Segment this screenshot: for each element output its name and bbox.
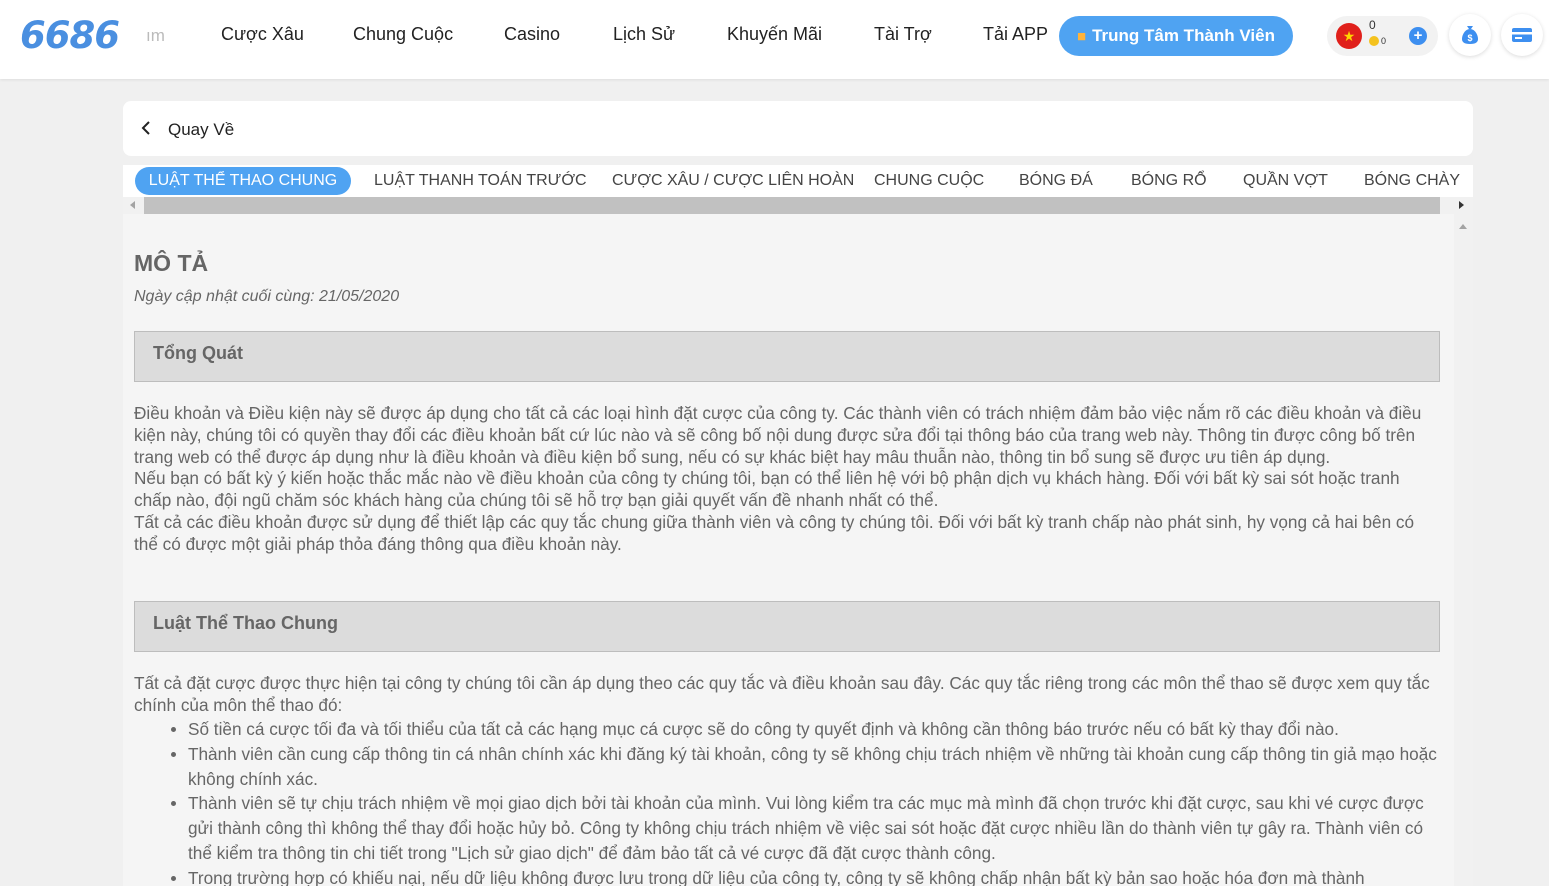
tab-tennis[interactable]: QUẦN VỢT (1243, 167, 1328, 195)
paragraph: Nếu bạn có bất kỳ ý kiến hoặc thắc mắc n… (134, 468, 1400, 511)
money-bag-button[interactable]: $ (1449, 14, 1491, 56)
tab-prepayment-rules[interactable]: LUẬT THANH TOÁN TRƯỚC (374, 167, 587, 195)
tab-football[interactable]: BÓNG ĐÁ (1019, 167, 1093, 195)
document-title: MÔ TẢ (134, 250, 209, 276)
coin-balance: 0 (1381, 36, 1387, 46)
coin-icon (1369, 36, 1379, 46)
member-center-button[interactable]: ■ Trung Tâm Thành Viên (1059, 16, 1293, 56)
list-item: Trong trường hợp có khiếu nại, nếu dữ li… (134, 866, 1440, 886)
back-bar[interactable]: Quay Về (123, 101, 1473, 156)
list-item: Số tiền cá cược tối đa và tối thiểu của … (134, 717, 1440, 742)
nav-item-casino[interactable]: Casino (504, 24, 560, 45)
money-bag-icon: $ (1462, 26, 1478, 44)
nav-item-tai-tro[interactable]: Tài Trợ (874, 24, 932, 45)
tab-parlay[interactable]: CƯỢC XÂU / CƯỢC LIÊN HOÀN (612, 167, 854, 195)
tab-general-sports-rules[interactable]: LUẬT THỂ THAO CHUNG (135, 167, 351, 195)
wallet-widget[interactable]: ★ 0 0 + (1327, 16, 1438, 56)
nav-item-cuoc-xau[interactable]: Cược Xâu (221, 24, 304, 45)
paragraph: Điều khoản và Điều kiện này sẽ được áp d… (134, 403, 1422, 467)
nav-item-chung-cuoc[interactable]: Chung Cuộc (353, 24, 453, 45)
nav-item-partial[interactable]: ım (146, 26, 165, 46)
tab-baseball[interactable]: BÓNG CHÀY (1364, 167, 1460, 195)
vietnam-flag-icon: ★ (1336, 23, 1362, 49)
rules-tab-bar: LUẬT THỂ THAO CHUNG LUẬT THANH TOÁN TRƯỚ… (123, 165, 1473, 197)
gift-icon: ■ (1077, 27, 1087, 45)
nav-item-khuyen-mai[interactable]: Khuyến Mãi (727, 24, 822, 45)
paragraph: Tất cả các điều khoản được sử dụng để th… (134, 511, 1415, 554)
section-heading-sports-rules: Luật Thể Thao Chung (134, 601, 1440, 652)
scrollbar-thumb[interactable] (144, 197, 1440, 214)
tab-outright[interactable]: CHUNG CUỘC (874, 167, 984, 195)
scroll-left-arrow-icon[interactable] (130, 201, 135, 209)
nav-item-tai-app[interactable]: Tải APP (983, 24, 1048, 45)
sports-rules-list: Số tiền cá cược tối đa và tối thiểu của … (134, 717, 1440, 886)
site-logo[interactable]: 6686 (20, 14, 120, 57)
top-navigation: 6686 ım Cược Xâu Chung Cuộc Casino Lịch … (0, 0, 1549, 79)
list-item: Thành viên cần cung cấp thông tin cá nhâ… (134, 742, 1440, 792)
back-label[interactable]: Quay Về (168, 120, 234, 140)
chevron-left-icon[interactable] (139, 118, 153, 138)
member-center-label: Trung Tâm Thành Viên (1092, 26, 1275, 45)
tab-basketball[interactable]: BÓNG RỔ (1131, 167, 1207, 195)
wallet-balance: 0 (1369, 18, 1376, 32)
section-heading-general: Tổng Quát (134, 331, 1440, 382)
scroll-up-arrow-icon[interactable] (1459, 224, 1467, 229)
card-button[interactable] (1501, 14, 1543, 56)
last-updated: Ngày cập nhật cuối cùng: 21/05/2020 (134, 288, 400, 305)
list-item: Thành viên sẽ tự chịu trách nhiệm về mọi… (134, 791, 1440, 865)
tabs-horizontal-scrollbar[interactable] (123, 197, 1473, 214)
general-paragraphs: Điều khoản và Điều kiện này sẽ được áp d… (134, 403, 1440, 556)
svg-text:$: $ (1467, 33, 1472, 43)
scroll-right-arrow-icon[interactable] (1459, 201, 1464, 209)
credit-card-icon (1512, 28, 1532, 42)
sports-rules-intro: Tất cả đặt cược được thực hiện tại công … (134, 673, 1430, 715)
deposit-plus-button[interactable]: + (1409, 27, 1427, 45)
document-vertical-scrollbar[interactable] (1454, 214, 1473, 886)
rules-document: MÔ TẢ Ngày cập nhật cuối cùng: 21/05/202… (123, 214, 1454, 886)
nav-item-lich-su[interactable]: Lịch Sử (613, 24, 675, 45)
